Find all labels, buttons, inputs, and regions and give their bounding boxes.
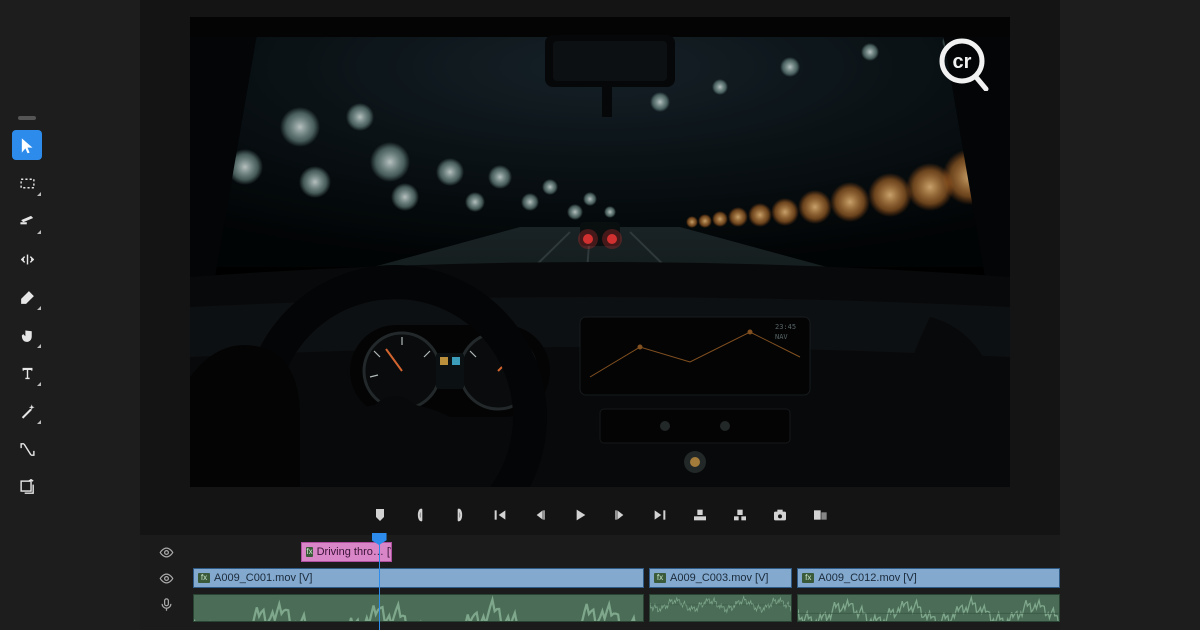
add-icon bbox=[19, 479, 36, 496]
play-button[interactable] bbox=[571, 506, 589, 524]
fx-badge-icon: fx bbox=[802, 573, 814, 583]
go-to-out-button[interactable] bbox=[651, 506, 669, 524]
fx-badge-icon: fx bbox=[654, 573, 666, 583]
eye-icon bbox=[159, 571, 174, 586]
video-clip[interactable]: fx A009_C012.mov [V] bbox=[797, 568, 1060, 588]
add-tool[interactable] bbox=[12, 472, 42, 502]
comparison-view-button[interactable] bbox=[811, 506, 829, 524]
type-icon bbox=[19, 365, 36, 382]
brand-badge: cr bbox=[936, 35, 992, 91]
wand-icon bbox=[19, 403, 36, 420]
pen-icon bbox=[19, 289, 36, 306]
eye-icon bbox=[159, 545, 174, 560]
fx-badge-icon: fx bbox=[198, 573, 210, 583]
clip-label: A009_C012.mov [V] bbox=[818, 572, 916, 584]
track-a1-toggle[interactable] bbox=[140, 594, 193, 614]
type-tool[interactable] bbox=[12, 358, 42, 388]
audio-clip[interactable] bbox=[193, 594, 644, 622]
playhead[interactable] bbox=[379, 535, 380, 630]
track-v1[interactable]: fxA009_C001.mov [V]fxA009_C003.mov [V]fx… bbox=[193, 568, 1060, 588]
video-clip[interactable]: fx A009_C001.mov [V] bbox=[193, 568, 644, 588]
audio-clip[interactable] bbox=[797, 594, 1060, 622]
mark-in-button[interactable] bbox=[411, 506, 429, 524]
remix-tool[interactable] bbox=[12, 396, 42, 426]
razor-icon bbox=[19, 213, 36, 230]
clip-label: A009_C003.mov [V] bbox=[670, 572, 768, 584]
mic-icon bbox=[159, 597, 174, 612]
program-monitor[interactable]: 23:45NAV bbox=[190, 17, 1010, 487]
track-a1[interactable] bbox=[193, 594, 1060, 622]
preview-frame: 23:45NAV bbox=[190, 17, 1010, 487]
waveform-icon bbox=[650, 595, 791, 615]
go-to-in-button[interactable] bbox=[491, 506, 509, 524]
marquee-icon bbox=[19, 175, 36, 192]
step-back-button[interactable] bbox=[531, 506, 549, 524]
hand-icon bbox=[19, 327, 36, 344]
slip-tool[interactable] bbox=[12, 434, 42, 464]
video-clip[interactable]: fx A009_C003.mov [V] bbox=[649, 568, 792, 588]
extract-button[interactable] bbox=[731, 506, 749, 524]
panel-grip[interactable] bbox=[18, 116, 36, 120]
waveform-icon bbox=[798, 595, 1059, 622]
hand-tool[interactable] bbox=[12, 320, 42, 350]
lift-button[interactable] bbox=[691, 506, 709, 524]
track-select-tool[interactable] bbox=[12, 168, 42, 198]
transport-bar bbox=[140, 500, 1060, 530]
step-forward-button[interactable] bbox=[611, 506, 629, 524]
audio-clip[interactable] bbox=[649, 594, 792, 622]
razor-tool[interactable] bbox=[12, 206, 42, 236]
ripple-tool[interactable] bbox=[12, 244, 42, 274]
cursor-icon bbox=[19, 137, 36, 154]
export-frame-button[interactable] bbox=[771, 506, 789, 524]
selection-tool[interactable] bbox=[12, 130, 42, 160]
track-v2[interactable]: fx Driving thro… [V] bbox=[193, 542, 1060, 562]
add-marker-button[interactable] bbox=[371, 506, 389, 524]
clip-label: A009_C001.mov [V] bbox=[214, 572, 312, 584]
mark-out-button[interactable] bbox=[451, 506, 469, 524]
ripple-icon bbox=[19, 251, 36, 268]
tool-rail bbox=[7, 110, 47, 514]
track-v2-toggle[interactable] bbox=[140, 542, 193, 562]
track-v1-toggle[interactable] bbox=[140, 568, 193, 588]
timeline-panel: fx Driving thro… [V] fx A009_C001.mov [V]… bbox=[140, 535, 1060, 630]
waveform-icon bbox=[194, 595, 643, 622]
stage: 23:45NAV bbox=[140, 0, 1060, 630]
slip-icon bbox=[19, 441, 36, 458]
svg-text:cr: cr bbox=[953, 51, 972, 73]
fx-badge-icon: fx bbox=[306, 547, 312, 557]
pen-tool[interactable] bbox=[12, 282, 42, 312]
clip-label: Driving thro… [V] bbox=[317, 546, 393, 558]
